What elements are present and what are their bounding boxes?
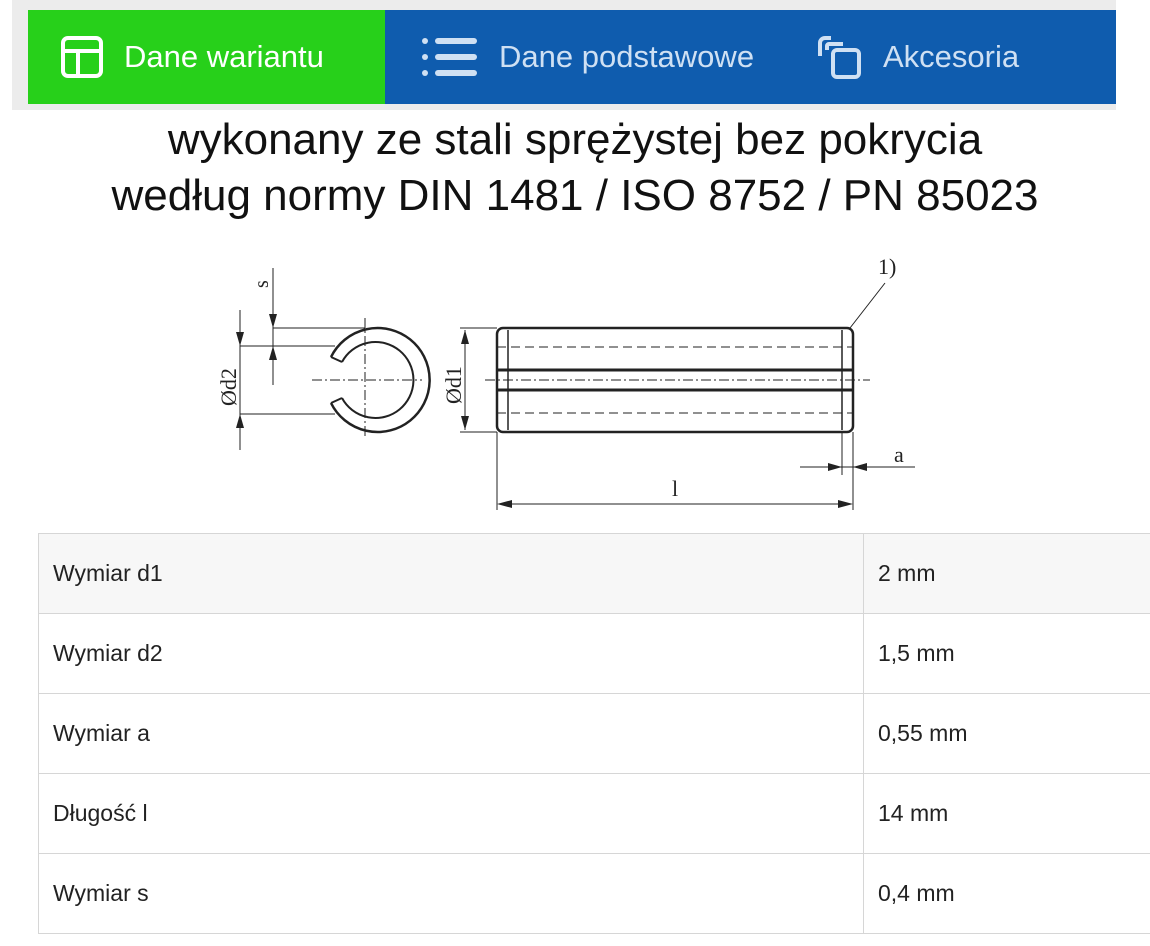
tab-label: Dane wariantu xyxy=(124,39,324,74)
label-l: l xyxy=(672,476,678,501)
spec-name: Długość l xyxy=(38,773,864,854)
table-row: Wymiar d2 1,5 mm xyxy=(38,613,1150,694)
spec-name: Wymiar d1 xyxy=(38,533,864,614)
tab-akcesoria[interactable]: Akcesoria xyxy=(785,10,1019,104)
label-a: a xyxy=(894,442,904,467)
spec-value: 0,4 mm xyxy=(863,853,1150,934)
tab-dane-podstawowe[interactable]: Dane podstawowe xyxy=(385,10,785,104)
layout-icon xyxy=(61,36,103,78)
tab-bar: Dane wariantu Dane podstawowe Akcesoria xyxy=(28,10,1116,104)
list-icon xyxy=(422,38,477,76)
label-s: s xyxy=(251,280,273,288)
spec-name: Wymiar d2 xyxy=(38,613,864,694)
spec-name: Wymiar s xyxy=(38,853,864,934)
technical-drawing: s Ød2 Ød1 1) a l xyxy=(207,242,927,522)
tab-label: Dane podstawowe xyxy=(499,39,755,74)
description-line-1: wykonany ze stali sprężystej bez pokryci… xyxy=(167,115,983,164)
product-description: wykonany ze stali sprężystej bez pokryci… xyxy=(0,112,1150,224)
label-d1: Ød1 xyxy=(441,366,466,404)
spec-value: 2 mm xyxy=(863,533,1150,614)
spec-name: Wymiar a xyxy=(38,693,864,774)
spec-value: 0,55 mm xyxy=(863,693,1150,774)
table-row: Wymiar d1 2 mm xyxy=(38,533,1150,614)
label-note: 1) xyxy=(878,254,896,279)
tab-label: Akcesoria xyxy=(883,39,1020,74)
table-row: Długość l 14 mm xyxy=(38,773,1150,854)
table-row: Wymiar a 0,55 mm xyxy=(38,693,1150,774)
label-d2: Ød2 xyxy=(216,368,241,406)
spec-value: 14 mm xyxy=(863,773,1150,854)
table-row: Wymiar s 0,4 mm xyxy=(38,853,1150,934)
spec-value: 1,5 mm xyxy=(863,613,1150,694)
copy-icon xyxy=(818,36,861,79)
tab-dane-wariantu[interactable]: Dane wariantu xyxy=(28,10,385,104)
description-line-2: według normy DIN 1481 / ISO 8752 / PN 85… xyxy=(111,171,1039,220)
specs-table: Wymiar d1 2 mm Wymiar d2 1,5 mm Wymiar a 0,… xyxy=(38,533,1150,934)
